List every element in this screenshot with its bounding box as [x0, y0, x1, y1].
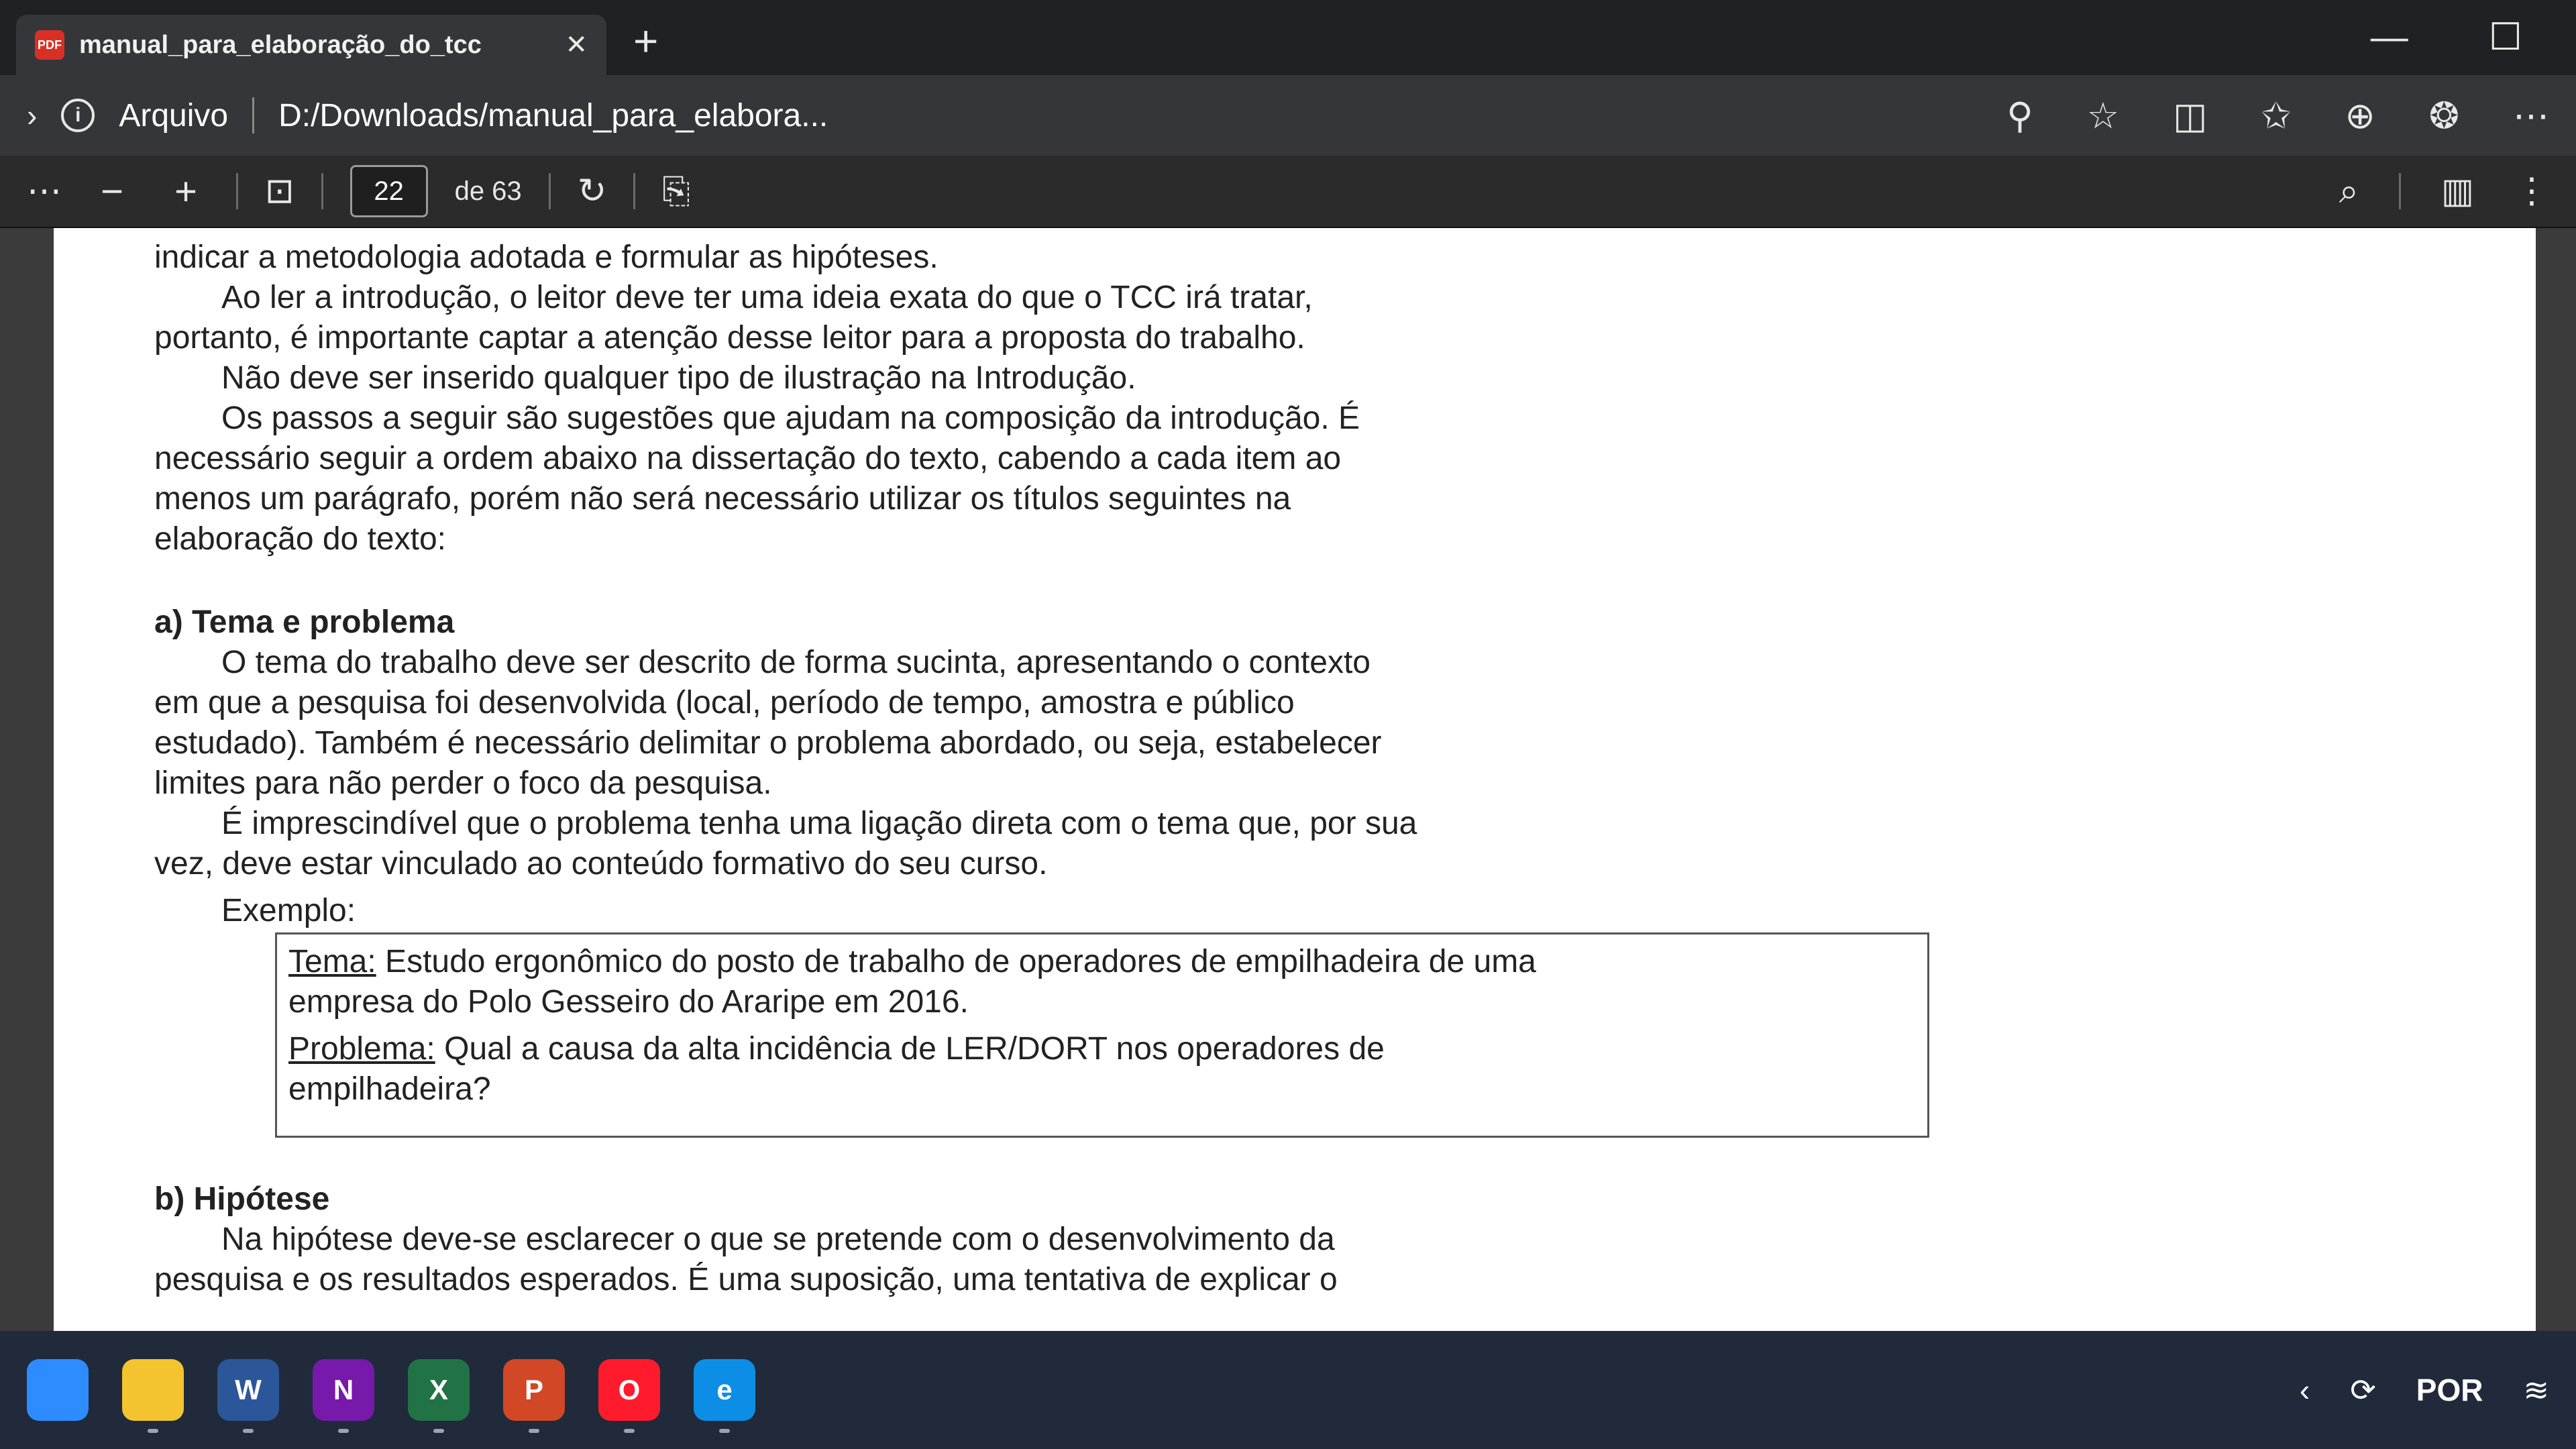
rotate-icon[interactable]: ↻: [578, 171, 607, 211]
paragraph-line: Ao ler a introdução, o leitor deve ter u…: [221, 280, 1313, 315]
search-icon[interactable]: ⌕: [2339, 171, 2359, 212]
address-bar: › i Arquivo D:/Downloads/manual_para_ela…: [0, 75, 2576, 156]
section-heading: a) Tema e problema: [154, 604, 455, 640]
settings-more-icon[interactable]: ⋯: [2513, 95, 2549, 137]
theme-text: Estudo ergonômico do posto de trabalho d…: [376, 944, 1536, 979]
file-explorer-icon[interactable]: [122, 1359, 184, 1433]
word-icon[interactable]: W: [217, 1359, 279, 1433]
theme-label: Tema:: [288, 944, 376, 979]
url-field[interactable]: D:/Downloads/manual_para_elabora...: [278, 97, 828, 134]
example-problem-line: empilhadeira?: [288, 1071, 491, 1107]
example-problem-line: Problema: Qual a causa da alta incidênci…: [288, 1030, 1385, 1068]
tab-title: manual_para_elaboração_do_tcc: [79, 30, 482, 59]
window-controls: — ☐: [2371, 15, 2522, 59]
powerpoint-icon[interactable]: P: [503, 1359, 565, 1433]
collections-icon[interactable]: ⊕: [2345, 95, 2375, 137]
taskbar: WNXPOe ‹ ⟳ POR ≋: [0, 1331, 2576, 1449]
example-theme-line: empresa do Polo Gesseiro do Araripe em 2…: [288, 984, 969, 1020]
maximize-button[interactable]: ☐: [2489, 15, 2522, 59]
pdf-toolbar: ⋯ − + ⊡ 22 de 63 ↻ ⎘ ⌕ ▥ ⋮: [0, 156, 2576, 228]
paragraph-line: Os passos a seguir são sugestões que aju…: [221, 400, 1360, 436]
paragraph-line: vez, deve estar vinculado ao conteúdo fo…: [154, 846, 1048, 881]
title-bar: PDF manual_para_elaboração_do_tcc ✕ + — …: [0, 0, 2576, 75]
address-actions: ⚲ ☆ ◫ ✩ ⊕ ❂ ⋯: [2006, 95, 2549, 137]
pdf-toolbar-right: ⌕ ▥ ⋮: [2339, 171, 2549, 212]
paragraph-line: elaboração do texto:: [154, 521, 446, 557]
paragraph-line: Na hipótese deve-se esclarecer o que se …: [221, 1222, 1335, 1257]
wifi-icon[interactable]: ≋: [2523, 1372, 2549, 1408]
page-total-label: de 63: [454, 176, 522, 206]
url-scheme-label: Arquivo: [119, 97, 229, 133]
language-indicator[interactable]: POR: [2416, 1372, 2483, 1408]
divider: [252, 97, 255, 133]
section-heading: b) Hipótese: [154, 1181, 330, 1217]
sidebar-panel-icon[interactable]: ▥: [2441, 171, 2474, 211]
tab-close-icon[interactable]: ✕: [565, 30, 588, 60]
onenote-icon[interactable]: N: [313, 1359, 374, 1433]
browser-tab[interactable]: PDF manual_para_elaboração_do_tcc ✕: [16, 15, 606, 75]
paragraph-line: limites para não perder o foco da pesqui…: [154, 765, 772, 801]
paragraph-line: necessário seguir a ordem abaixo na diss…: [154, 441, 1342, 476]
divider: [236, 173, 238, 209]
minimize-button[interactable]: —: [2371, 15, 2408, 59]
problem-label: Problema:: [288, 1031, 435, 1067]
divider: [321, 173, 323, 209]
split-screen-icon[interactable]: ◫: [2173, 95, 2207, 137]
more-options-icon[interactable]: ⋮: [2514, 171, 2549, 211]
divider: [633, 173, 636, 209]
zoom-search-icon[interactable]: ⚲: [2006, 95, 2033, 137]
onedrive-sync-icon[interactable]: ⟳: [2350, 1372, 2376, 1408]
pdf-viewer[interactable]: indicar a metodologia adotada e formular…: [0, 228, 2576, 1331]
copilot-icon[interactable]: ❂: [2429, 95, 2459, 137]
paragraph-line: estudado). Também é necessário delimitar…: [154, 725, 1382, 761]
opera-icon[interactable]: O: [598, 1359, 660, 1433]
new-tab-button[interactable]: +: [633, 16, 658, 66]
info-icon[interactable]: i: [61, 99, 95, 132]
pdf-file-icon: PDF: [35, 30, 64, 60]
fit-page-icon[interactable]: ⊡: [265, 171, 294, 211]
problem-text: Qual a causa da alta incidência de LER/D…: [435, 1031, 1385, 1067]
edge-icon[interactable]: e: [694, 1359, 755, 1433]
example-theme-line: Tema: Estudo ergonômico do posto de trab…: [288, 943, 1536, 981]
system-tray: ‹ ⟳ POR ≋: [2300, 1372, 2549, 1408]
favorite-star-icon[interactable]: ☆: [2087, 95, 2119, 137]
pdf-page: indicar a metodologia adotada e formular…: [54, 228, 2536, 1331]
paragraph-line: em que a pesquisa foi desenvolvida (loca…: [154, 685, 1295, 720]
divider: [548, 173, 551, 209]
pdf-menu-more-icon[interactable]: ⋯: [27, 171, 62, 211]
paragraph-line: Não deve ser inserido qualquer tipo de i…: [221, 360, 1136, 396]
paragraph-line: É imprescindível que o problema tenha um…: [221, 806, 1417, 841]
taskbar-apps: WNXPOe: [27, 1359, 755, 1433]
page-view-icon[interactable]: ⎘: [662, 171, 690, 212]
divider: [2398, 173, 2401, 209]
excel-icon[interactable]: X: [408, 1359, 470, 1433]
paragraph-line: portanto, é importante captar a atenção …: [154, 320, 1305, 356]
zoom-app-icon[interactable]: [27, 1359, 89, 1421]
paragraph-line: pesquisa e os resultados esperados. É um…: [154, 1262, 1338, 1297]
chevron-icon[interactable]: ›: [27, 97, 37, 133]
paragraph-line: O tema do trabalho deve ser descrito de …: [221, 645, 1371, 680]
favorites-icon[interactable]: ✩: [2261, 95, 2291, 137]
zoom-out-button[interactable]: −: [89, 169, 136, 214]
paragraph-line: indicar a metodologia adotada e formular…: [154, 239, 938, 275]
zoom-in-button[interactable]: +: [162, 169, 209, 214]
example-label: Exemplo:: [221, 893, 356, 928]
page-number-input[interactable]: 22: [350, 165, 428, 217]
chevron-up-icon[interactable]: ‹: [2300, 1372, 2310, 1408]
paragraph-line: menos um parágrafo, porém não será neces…: [154, 481, 1291, 517]
